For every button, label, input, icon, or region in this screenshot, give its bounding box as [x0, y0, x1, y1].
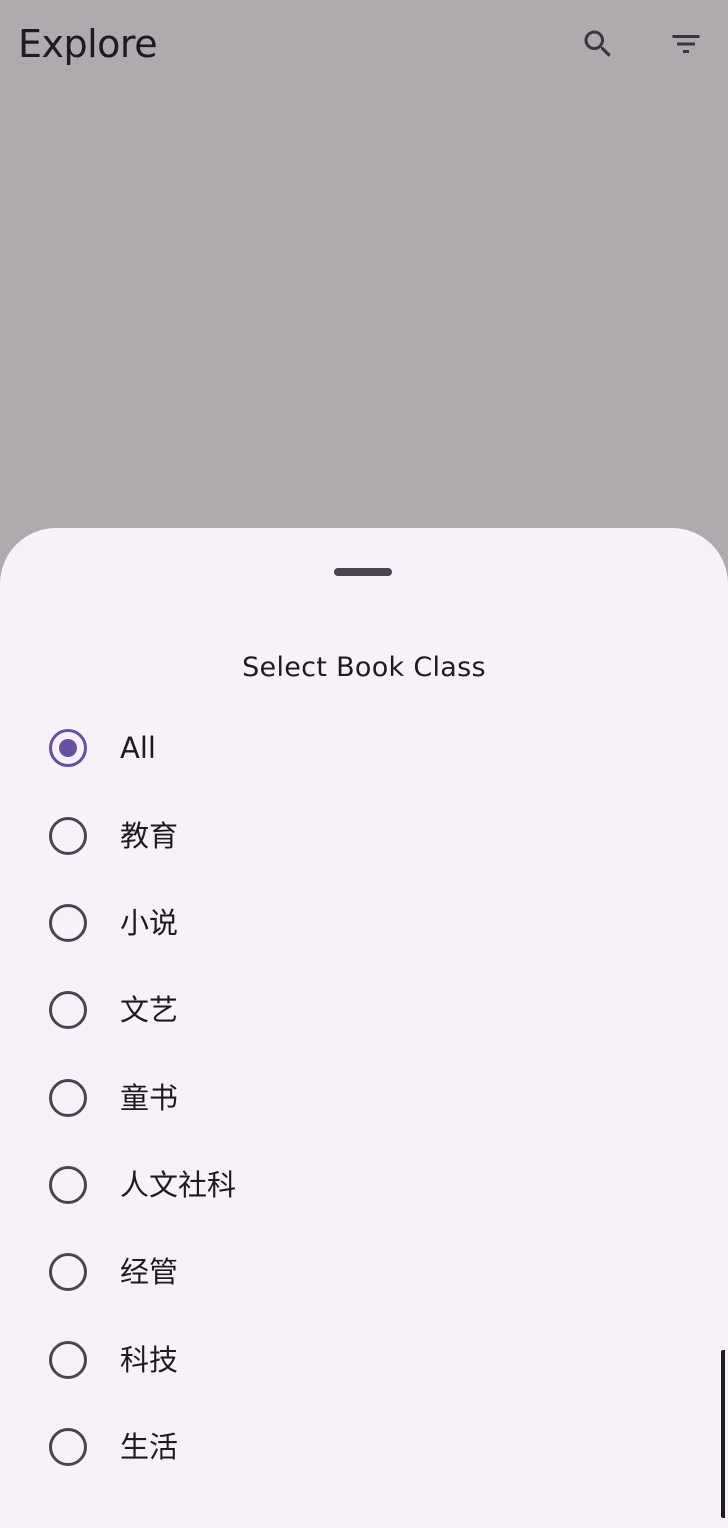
radio-option-all[interactable]: All	[0, 708, 728, 788]
radio-button[interactable]	[49, 1079, 87, 1117]
sheet-title: Select Book Class	[242, 652, 486, 683]
radio-button[interactable]	[49, 817, 87, 855]
drag-handle[interactable]	[334, 568, 392, 576]
scrollbar[interactable]	[721, 1350, 725, 1518]
top-app-bar: Explore	[0, 0, 728, 88]
bottom-sheet: Select Book Class All 教育 小说 文艺 童书 人文社科 经…	[0, 528, 728, 1528]
option-label: 生活	[120, 1430, 179, 1464]
radio-button[interactable]	[49, 1428, 87, 1466]
page-title: Explore	[18, 22, 158, 66]
filter-button[interactable]	[658, 16, 714, 72]
search-button[interactable]	[570, 16, 626, 72]
option-label: 小说	[120, 906, 179, 940]
radio-option-life[interactable]: 生活	[0, 1407, 728, 1487]
option-label: 文艺	[120, 993, 179, 1027]
radio-option-humanities[interactable]: 人文社科	[0, 1145, 728, 1225]
radio-button[interactable]	[49, 991, 87, 1029]
option-label: 人文社科	[120, 1168, 237, 1202]
radio-button[interactable]	[49, 729, 87, 767]
radio-option-fiction[interactable]: 小说	[0, 883, 728, 963]
radio-option-children[interactable]: 童书	[0, 1058, 728, 1138]
radio-option-technology[interactable]: 科技	[0, 1320, 728, 1400]
option-label: 科技	[120, 1343, 179, 1377]
modal-scrim[interactable]	[0, 88, 728, 528]
search-icon	[584, 30, 611, 57]
option-label: 教育	[120, 819, 179, 853]
option-label: 经管	[120, 1255, 179, 1289]
radio-button[interactable]	[49, 1253, 87, 1291]
radio-option-education[interactable]: 教育	[0, 796, 728, 876]
filter-icon	[672, 35, 700, 53]
radio-option-arts[interactable]: 文艺	[0, 970, 728, 1050]
option-label: 童书	[120, 1081, 179, 1115]
radio-option-business[interactable]: 经管	[0, 1232, 728, 1312]
radio-button[interactable]	[49, 1341, 87, 1379]
option-label: All	[120, 731, 156, 765]
radio-button[interactable]	[49, 904, 87, 942]
radio-button[interactable]	[49, 1166, 87, 1204]
